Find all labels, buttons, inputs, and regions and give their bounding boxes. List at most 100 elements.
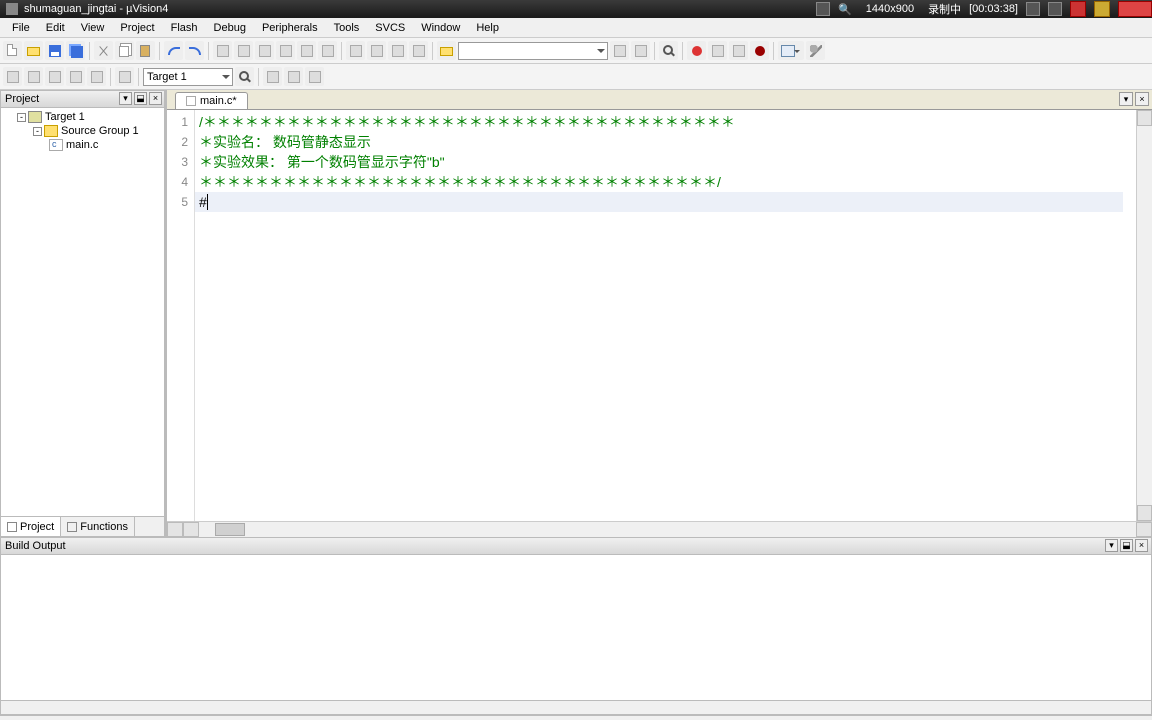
find-button[interactable] bbox=[610, 41, 629, 60]
save-all-button[interactable] bbox=[66, 41, 85, 60]
menu-flash[interactable]: Flash bbox=[163, 20, 206, 36]
file-ext-button[interactable] bbox=[263, 67, 282, 86]
panel-pin-button[interactable]: ⬓ bbox=[134, 92, 147, 105]
code-editor[interactable]: 1 2 3 4 5 /＊＊＊＊＊＊＊＊＊＊＊＊＊＊＊＊＊＊＊＊＊＊＊＊＊＊＊＊＊… bbox=[167, 110, 1152, 521]
nav-back-button[interactable] bbox=[213, 41, 232, 60]
editor-close-button[interactable]: × bbox=[1135, 92, 1149, 106]
panel-close-button[interactable]: × bbox=[149, 92, 162, 105]
code-line: ＊＊＊＊＊＊＊＊＊＊＊＊＊＊＊＊＊＊＊＊＊＊＊＊＊＊＊＊＊＊＊＊＊＊＊＊＊/ bbox=[199, 172, 1132, 192]
file-icon bbox=[186, 96, 196, 106]
breakpoint-enable-button[interactable] bbox=[708, 41, 727, 60]
nav-fwd-button[interactable] bbox=[234, 41, 253, 60]
target-icon bbox=[28, 111, 42, 123]
uncomment-button[interactable] bbox=[409, 41, 428, 60]
tab-functions[interactable]: Functions bbox=[61, 517, 135, 536]
window-layout-button[interactable] bbox=[778, 41, 804, 60]
paste-button[interactable] bbox=[136, 41, 155, 60]
scroll-right-button[interactable] bbox=[1136, 522, 1152, 537]
menu-help[interactable]: Help bbox=[468, 20, 507, 36]
copy-button[interactable] bbox=[115, 41, 134, 60]
open-button[interactable] bbox=[24, 41, 43, 60]
editor-vscroll[interactable] bbox=[1136, 110, 1152, 521]
new-button[interactable] bbox=[3, 41, 22, 60]
separator bbox=[682, 42, 683, 60]
editor-menu-button[interactable]: ▾ bbox=[1119, 92, 1133, 106]
bookmark-button[interactable] bbox=[255, 41, 274, 60]
scroll-track[interactable] bbox=[199, 522, 1136, 537]
project-panel-title: Project ▾ ⬓ × bbox=[0, 90, 165, 108]
indent-button[interactable] bbox=[346, 41, 365, 60]
expand-icon[interactable]: - bbox=[33, 127, 42, 136]
menu-tools[interactable]: Tools bbox=[326, 20, 368, 36]
code-line: # bbox=[199, 192, 1132, 212]
build-button[interactable] bbox=[24, 67, 43, 86]
output-menu-button[interactable]: ▾ bbox=[1105, 539, 1118, 552]
bookmark-next-button[interactable] bbox=[297, 41, 316, 60]
menu-peripherals[interactable]: Peripherals bbox=[254, 20, 326, 36]
menu-window[interactable]: Window bbox=[413, 20, 468, 36]
status-bar: Simulation L:5 C:2 CAP NUM SCRL OVR R/W bbox=[0, 715, 1152, 720]
breakpoint-disable-button[interactable] bbox=[729, 41, 748, 60]
separator bbox=[773, 42, 774, 60]
find-combo[interactable] bbox=[458, 42, 608, 60]
build-output[interactable] bbox=[0, 555, 1152, 701]
output-close-button[interactable]: × bbox=[1135, 539, 1148, 552]
target-options-button[interactable] bbox=[235, 67, 254, 86]
editor-hscroll[interactable] bbox=[167, 521, 1152, 537]
find-in-files-button[interactable] bbox=[437, 41, 456, 60]
tab-project-label: Project bbox=[20, 521, 54, 533]
manage-button[interactable] bbox=[284, 67, 303, 86]
scroll-up-button[interactable] bbox=[1137, 110, 1152, 126]
configure-button[interactable] bbox=[806, 41, 825, 60]
stop-build-button[interactable] bbox=[87, 67, 106, 86]
bookmark-clear-button[interactable] bbox=[318, 41, 337, 60]
menu-debug[interactable]: Debug bbox=[206, 20, 254, 36]
bookmark-prev-button[interactable] bbox=[276, 41, 295, 60]
menu-bar: File Edit View Project Flash Debug Perip… bbox=[0, 18, 1152, 38]
app-icon bbox=[6, 3, 18, 15]
scroll-thumb[interactable] bbox=[215, 523, 245, 536]
tree-target[interactable]: - Target 1 bbox=[3, 110, 162, 124]
pause-button[interactable] bbox=[1094, 1, 1110, 17]
download-button[interactable] bbox=[115, 67, 134, 86]
expand-icon[interactable]: - bbox=[17, 113, 26, 122]
batch-build-button[interactable] bbox=[66, 67, 85, 86]
menu-file[interactable]: File bbox=[4, 20, 38, 36]
breakpoint-kill-button[interactable] bbox=[750, 41, 769, 60]
outdent-button[interactable] bbox=[367, 41, 386, 60]
undo-button[interactable] bbox=[164, 41, 183, 60]
redo-button[interactable] bbox=[185, 41, 204, 60]
menu-project[interactable]: Project bbox=[112, 20, 162, 36]
scroll-left2-button[interactable] bbox=[183, 522, 199, 537]
line-gutter: 1 2 3 4 5 bbox=[167, 110, 195, 521]
line-num: 5 bbox=[167, 192, 188, 212]
overlay-close-button[interactable] bbox=[1118, 1, 1152, 17]
editor-tab-main[interactable]: main.c* bbox=[175, 92, 248, 109]
breakpoint-insert-button[interactable] bbox=[687, 41, 706, 60]
panel-menu-button[interactable]: ▾ bbox=[119, 92, 132, 105]
save-button[interactable] bbox=[45, 41, 64, 60]
overlay-icon-2 bbox=[1026, 2, 1040, 16]
code-content[interactable]: /＊＊＊＊＊＊＊＊＊＊＊＊＊＊＊＊＊＊＊＊＊＊＊＊＊＊＊＊＊＊＊＊＊＊＊＊＊＊ … bbox=[195, 110, 1136, 521]
output-pin-button[interactable]: ⬓ bbox=[1120, 539, 1133, 552]
comment-button[interactable] bbox=[388, 41, 407, 60]
record-button[interactable] bbox=[1070, 1, 1086, 17]
line-num: 1 bbox=[167, 112, 188, 132]
menu-view[interactable]: View bbox=[73, 20, 113, 36]
translate-button[interactable] bbox=[3, 67, 22, 86]
scroll-left-button[interactable] bbox=[167, 522, 183, 537]
build-output-hscroll[interactable] bbox=[0, 701, 1152, 715]
scroll-down-button[interactable] bbox=[1137, 505, 1152, 521]
debug-button[interactable] bbox=[659, 41, 678, 60]
incremental-find-button[interactable] bbox=[631, 41, 650, 60]
tree-group[interactable]: - Source Group 1 bbox=[3, 124, 162, 138]
project-tree[interactable]: - Target 1 - Source Group 1 main.c bbox=[0, 108, 165, 517]
cut-button[interactable] bbox=[94, 41, 113, 60]
tree-file[interactable]: main.c bbox=[3, 138, 162, 152]
rebuild-button[interactable] bbox=[45, 67, 64, 86]
books-button[interactable] bbox=[305, 67, 324, 86]
tab-project[interactable]: Project bbox=[1, 517, 61, 536]
menu-edit[interactable]: Edit bbox=[38, 20, 73, 36]
target-combo[interactable]: Target 1 bbox=[143, 68, 233, 86]
menu-svcs[interactable]: SVCS bbox=[367, 20, 413, 36]
